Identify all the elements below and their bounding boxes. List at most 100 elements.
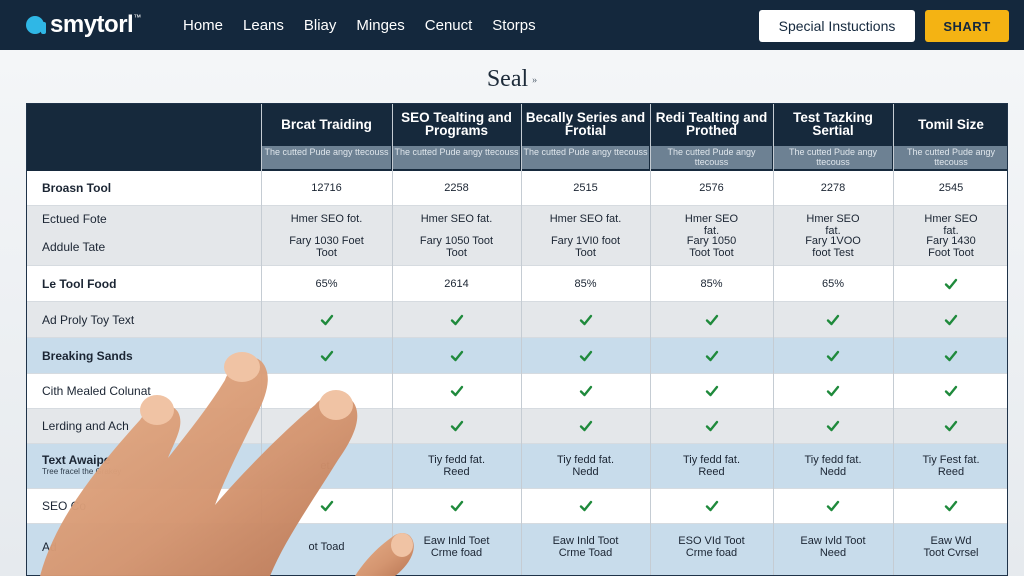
table-cell: Hmer SEO fat.: [549, 213, 622, 225]
table-cell: Fary 1430 Foot Toot: [926, 235, 976, 259]
table-cell: et.: [320, 460, 333, 472]
checkmark-icon: [450, 385, 463, 397]
checkmark-icon: [705, 314, 718, 326]
table-cell: Tiy fedd fat. Reed: [682, 454, 741, 478]
table-row: [27, 338, 1007, 374]
column-header: SEO Tealting and Programs: [401, 110, 512, 138]
nav-item-bliay[interactable]: Bliay: [304, 17, 337, 34]
checkmark-icon: [705, 500, 718, 512]
checkmark-icon: [450, 350, 463, 362]
nav-item-leans[interactable]: Leans: [243, 17, 284, 34]
nav-item-minges[interactable]: Minges: [356, 17, 404, 34]
column-divider: [521, 104, 522, 575]
start-button[interactable]: SHART: [925, 10, 1009, 42]
column-header: Tomil Size: [918, 116, 984, 132]
checkmark-icon: [944, 420, 958, 432]
column-subheader: The cutted Pude angy ttecouss: [393, 146, 520, 169]
row-label: Ad Proly Toy Text: [42, 313, 135, 327]
column-subheader: The cutted Pude angy ttecouss: [522, 146, 649, 169]
checkmark-icon: [944, 500, 958, 512]
table-cell: Hmer SEO fot.: [290, 213, 363, 225]
table-cell: Tiy fedd fat. Reed: [427, 454, 486, 478]
table-cell: Tiy Fest fat. Reed: [922, 454, 980, 478]
table-row: [27, 489, 1007, 524]
checkmark-icon: [450, 314, 463, 326]
checkmark-icon: [826, 385, 840, 397]
special-instructions-button[interactable]: Special Instuctions: [759, 10, 915, 42]
column-subheader: The cutted Pude angy ttecouss: [262, 146, 391, 169]
column-subheader: The cutted Pude angy ttecouss: [894, 146, 1007, 169]
table-cell: 2515: [573, 182, 598, 194]
checkmark-icon: [450, 500, 463, 512]
checkmark-icon: [705, 385, 718, 397]
row-sublabel: Tree fracel the Grakey: [42, 467, 122, 476]
page-title-text: Seal: [486, 66, 529, 92]
checkmark-icon: [320, 314, 333, 326]
table-cell: 2258: [444, 182, 469, 194]
nav-item-cenuct[interactable]: Cenuct: [425, 17, 473, 34]
checkmark-icon: [944, 314, 958, 326]
nav-item-home[interactable]: Home: [183, 17, 223, 34]
comparison-table: Brcat Traiding The cutted Pude angy tteco…: [26, 103, 1008, 576]
column-divider: [893, 104, 894, 575]
table-cell: Fary 1VOO foot Test: [805, 235, 861, 259]
table-cell: Fary 1050 Toot Toot: [686, 235, 737, 259]
column-divider: [773, 104, 774, 575]
table-row: [27, 302, 1007, 338]
table-cell: Tiy fedd fat. Nedd: [556, 454, 615, 478]
table-cell: 12716: [311, 182, 342, 194]
table-cell: Hmer SEO fat.: [924, 213, 978, 237]
table-cell: Fary 1030 Foet Toot: [289, 235, 364, 259]
table-cell: 2614: [444, 278, 469, 290]
table-cell: Eaw Inld Toet Crme foad: [423, 535, 490, 559]
checkmark-icon: [579, 500, 592, 512]
page-title: Seal»: [0, 66, 1024, 93]
checkmark-icon: [705, 350, 718, 362]
column-header: Becally Series and Frotial: [525, 110, 646, 138]
table-cell: Eaw Inld Toot Crme Toad: [552, 535, 619, 559]
checkmark-icon: [579, 350, 592, 362]
column-divider: [261, 104, 262, 575]
checkmark-icon: [320, 500, 333, 512]
checkmark-icon: [826, 500, 840, 512]
table-cell: Hmer SEO fat.: [420, 213, 493, 225]
table-cell: 2545: [938, 182, 964, 194]
nav-item-storps[interactable]: Storps: [492, 17, 535, 34]
column-divider: [650, 104, 651, 575]
table-cell: Eaw Ivld Toot Need: [800, 535, 866, 559]
column-header: Brcat Traiding: [281, 116, 372, 132]
checkmark-icon: [320, 350, 333, 362]
table-cell: Fary 1050 Toot Toot: [419, 235, 494, 259]
checkmark-icon: [944, 278, 958, 290]
table-cell: 2278: [820, 182, 846, 194]
table-cell: 65%: [821, 278, 845, 290]
row-label: Ectued Fote: [42, 212, 107, 226]
table-cell: 65%: [315, 278, 338, 290]
row-label: Broasn Tool: [42, 181, 112, 195]
table-cell: Tiy fedd fat. Nedd: [804, 454, 862, 478]
table-cell: Fary 1VI0 foot Toot: [550, 235, 621, 259]
brand-logo[interactable]: smytorl ™: [26, 9, 141, 41]
table-cell: Eaw Wd Toot Cvrsel: [923, 535, 979, 559]
table-cell: Hmer SEO fat.: [806, 213, 860, 237]
row-label: Breaking Sands: [42, 349, 133, 363]
table-cell: ESO VId Toot Crme foad: [678, 535, 745, 559]
row-label: Addule Tate: [42, 240, 106, 254]
column-subheader: The cutted Pude angy ttecouss: [651, 146, 772, 169]
checkmark-icon: [826, 420, 840, 432]
checkmark-icon: [944, 350, 958, 362]
checkmark-icon: [944, 385, 958, 397]
checkmark-icon: [579, 420, 592, 432]
row-label: Cith Mealed Colunat: [42, 384, 151, 398]
table-cell: ot Toad: [308, 541, 345, 553]
checkmark-icon: [826, 350, 840, 362]
table-row: [27, 409, 1007, 444]
logo-text: smytorl: [50, 11, 134, 38]
column-divider: [392, 104, 393, 575]
top-navigation-bar: smytorl ™ Home Leans Bliay Minges Cenuct…: [0, 0, 1024, 50]
row-label: Le Tool Food: [42, 277, 117, 291]
table-row: [27, 374, 1007, 409]
column-header: Redi Tealting and Prothed: [655, 110, 768, 138]
table-cell: Hmer SEO fat.: [684, 213, 739, 237]
row-label: Lerding and Ach: [42, 419, 129, 433]
